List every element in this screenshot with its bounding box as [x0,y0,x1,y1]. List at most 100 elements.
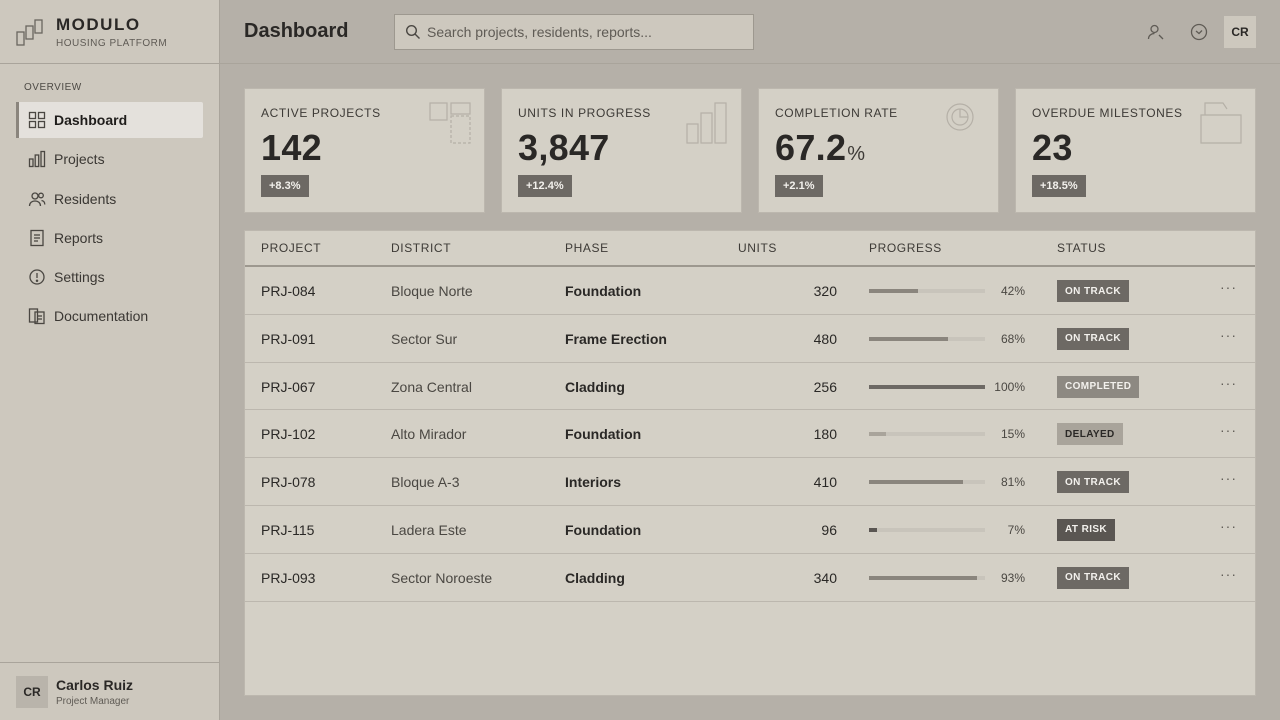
user-profile[interactable]: CR Carlos Ruiz Project Manager [0,662,219,720]
project-id[interactable]: PRJ-067 [261,379,315,395]
sidebar-item-label: Projects [54,151,105,168]
phase: Cladding [565,569,625,586]
brand-subtitle: HOUSING PLATFORM [56,37,168,49]
user-name: Carlos Ruiz [56,676,134,693]
units: 256 [813,378,837,395]
kpi-label: UNITS IN PROGRESS [518,106,651,120]
more-actions-icon[interactable]: ··· [1220,422,1237,438]
more-actions-icon[interactable]: ··· [1220,279,1237,295]
progress-fill [869,432,887,437]
sidebar-item-dashboard[interactable]: Dashboard [16,102,203,138]
status-badge: ON TRACK [1057,566,1129,589]
district: Alto Mirador [391,426,467,443]
table-header: PROJECT DISTRICT PHASE UNITS PROGRESS ST… [245,231,1255,267]
kpi-card-units-in-progress: UNITS IN PROGRESS 3,847 +12.4% [501,88,742,213]
brand-title: MODULO [56,14,141,34]
search-input[interactable] [427,24,727,40]
kpi-value: 67.2% [775,127,865,169]
kpi-change-badge: +2.1% [775,175,823,197]
sidebar-item-projects[interactable]: Projects [16,141,203,177]
more-actions-icon[interactable]: ··· [1220,470,1237,486]
sidebar-item-label: Documentation [54,308,149,325]
progress-percent: 68% [1000,331,1025,346]
brand: MODULO HOUSING PLATFORM [0,0,219,64]
table-row[interactable]: PRJ-091 Sector Sur Frame Erection 480 68% ON … [245,315,1255,363]
user-role: Project Manager [56,695,130,707]
sidebar-item-label: Dashboard [54,112,128,128]
project-id[interactable]: PRJ-084 [261,283,315,299]
progress-percent: 93% [1000,570,1025,585]
table-row[interactable]: PRJ-084 Bloque Norte Foundation 320 42% ON TR… [245,267,1255,315]
table-row[interactable]: PRJ-115 Ladera Este Foundation 96 7% AT RISK ·… [245,506,1255,554]
sidebar-item-settings[interactable]: Settings [16,259,203,295]
status-badge: AT RISK [1057,518,1116,541]
column-header-units[interactable]: UNITS [738,241,777,255]
more-actions-icon[interactable]: ··· [1220,375,1237,391]
progress-percent: 100% [994,379,1025,394]
sidebar-item-documentation[interactable]: Documentation [16,298,203,334]
pie-gauge-icon [946,103,974,131]
more-actions-icon[interactable]: ··· [1220,566,1237,582]
table-row[interactable]: PRJ-067 Zona Central Cladding 256 100% COMPLE… [245,363,1255,411]
more-actions-icon[interactable]: ··· [1220,327,1237,343]
kpi-change-badge: +18.5% [1032,175,1086,197]
kpi-number: 23 [1032,127,1073,168]
header-avatar[interactable]: CR [1224,16,1256,48]
modules-icon [429,102,471,144]
page-title: Dashboard [244,20,349,42]
kpi-label: COMPLETION RATE [775,106,898,120]
project-id[interactable]: PRJ-102 [261,426,315,442]
phase: Interiors [565,474,622,491]
bar-chart-icon [686,102,727,144]
table-row[interactable]: PRJ-093 Sector Noroeste Cladding 340 93% ON T… [245,554,1255,602]
sidebar-item-label: Residents [54,190,117,207]
column-header-progress[interactable]: PROGRESS [869,241,942,255]
kpi-number: 3,847 [518,127,610,168]
project-id[interactable]: PRJ-093 [261,570,315,586]
project-id[interactable]: PRJ-091 [261,331,315,347]
table-row[interactable]: PRJ-078 Bloque A-3 Interiors 410 81% ON TRACK… [245,458,1255,506]
project-id[interactable]: PRJ-078 [261,474,315,490]
kpi-unit: % [847,143,866,165]
progress-bar [869,527,985,532]
column-header-status[interactable]: STATUS [1057,241,1106,255]
table-row[interactable]: PRJ-102 Alto Mirador Foundation 180 15% DELAY… [245,410,1255,459]
more-actions-icon[interactable]: ··· [1220,518,1237,534]
project-id[interactable]: PRJ-115 [261,522,314,538]
info-circle-icon [29,269,45,285]
district: Zona Central [391,378,472,395]
progress-fill [869,289,918,293]
progress-fill [869,336,948,341]
column-header-project[interactable]: PROJECT [261,241,321,255]
table-body: PRJ-084 Bloque Norte Foundation 320 42% ON TR… [245,267,1255,602]
phase: Cladding [565,378,625,395]
kpi-value: 23 [1032,127,1073,169]
column-header-district[interactable]: DISTRICT [391,241,451,255]
progress-percent: 42% [1000,284,1025,298]
projects-table: PROJECT DISTRICT PHASE UNITS PROGRESS ST… [244,230,1256,696]
search-box[interactable] [394,14,754,50]
sidebar-item-reports[interactable]: Reports [16,220,203,256]
user-search-icon[interactable] [1146,22,1166,42]
progress-percent: 15% [1000,427,1025,442]
grid-icon [28,111,46,129]
column-header-phase[interactable]: PHASE [565,241,609,255]
progress-bar [869,336,985,341]
phase: Foundation [565,426,642,443]
progress-bar [869,575,985,580]
clock-icon[interactable] [1189,22,1209,42]
kpi-card-overdue-milestones: OVERDUE MILESTONES 23 +18.5% [1015,88,1256,213]
units: 180 [813,426,837,443]
docs-icon [28,308,45,325]
kpi-value: 142 [261,127,322,169]
sidebar-item-label: Settings [54,269,105,286]
progress-fill [869,480,963,485]
progress-fill [869,527,878,532]
kpi-change-badge: +12.4% [518,175,572,197]
progress-percent: 7% [1007,522,1025,537]
progress-fill [869,384,985,389]
users-icon [28,191,46,206]
sidebar-item-residents[interactable]: Residents [16,181,203,217]
units: 340 [813,569,837,586]
district: Sector Noroeste [391,569,493,586]
